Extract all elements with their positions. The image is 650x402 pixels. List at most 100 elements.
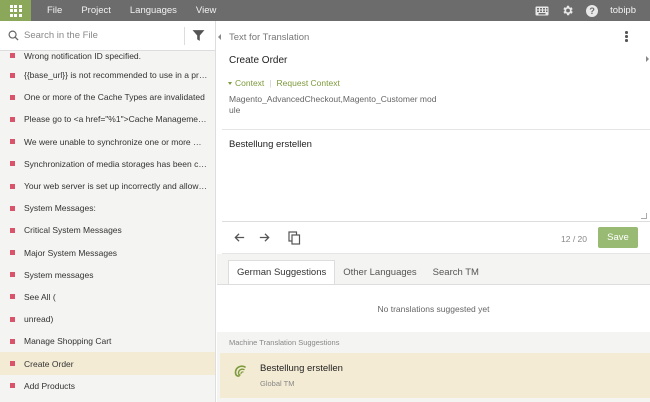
string-list-item[interactable]: Your web server is set up incorrectly an… [0,175,215,197]
string-list-item[interactable]: Add Products [0,375,215,397]
mt-suggestion-text: Bestellung erstellen [260,363,343,374]
string-list-item-text: One or more of the Cache Types are inval… [24,92,205,103]
menu-file[interactable]: File [47,5,62,16]
string-list-item-text: Critical System Messages [24,225,122,236]
context-separator: | [269,78,272,88]
arrow-left-icon[interactable] [233,231,246,244]
string-list-item[interactable]: Create Order [0,352,215,375]
string-list-item-text: Manage Shopping Cart [24,336,112,347]
context-value: Magento_AdvancedCheckout,Magento_Custome… [229,94,437,115]
resize-handle[interactable] [641,213,647,219]
menu-languages[interactable]: Languages [130,5,177,16]
string-list: Wrong notification ID specified. {{base_u… [0,51,215,397]
mt-suggestions-label: Machine Translation Suggestions [229,338,340,347]
translation-text[interactable]: Bestellung erstellen [229,139,312,150]
global-tm-icon [233,364,247,378]
string-list-item-text: Add Products [24,380,76,391]
untranslated-bullet-icon [10,227,15,233]
save-button[interactable]: Save [598,227,638,248]
source-text: Create Order [229,55,288,66]
string-list-item[interactable]: Synchronization of media storages has be… [0,153,215,175]
untranslated-bullet-icon [10,338,15,344]
untranslated-bullet-icon [10,139,15,145]
more-options-icon[interactable] [625,31,628,43]
untranslated-bullet-icon [10,383,15,389]
string-list-item[interactable]: unread) [0,308,215,330]
collapse-right-icon[interactable] [646,56,649,62]
mt-suggestion-source: Global TM [260,379,295,388]
context-caret-icon [228,81,232,85]
suggestion-tabs: German Suggestions Other Languages Searc… [217,254,650,284]
suggestions-panel: German Suggestions Other Languages Searc… [217,254,650,402]
gear-icon[interactable] [561,4,574,17]
untranslated-bullet-icon [10,94,15,100]
tab-german-suggestions[interactable]: German Suggestions [228,260,336,284]
string-list-item-text: unread) [24,314,54,325]
string-list-panel: Wrong notification ID specified. {{base_u… [0,21,216,402]
username[interactable]: tobipb [610,5,636,16]
filter-icon[interactable] [192,29,205,42]
string-list-item[interactable]: One or more of the Cache Types are inval… [0,86,215,108]
context-link[interactable]: Context [235,78,264,88]
untranslated-bullet-icon [10,72,15,78]
search-bar [0,21,215,51]
top-bar: File Project Languages View ? tobipb [0,0,650,21]
request-context-link[interactable]: Request Context [277,78,340,88]
string-list-item-text: Synchronization of media storages has be… [24,158,208,169]
string-list-item[interactable]: Major System Messages [0,242,215,264]
search-input[interactable] [24,30,174,41]
string-list-item[interactable]: Wrong notification ID specified. [0,51,215,64]
string-list-item-text: System Messages: [24,203,96,214]
string-list-item[interactable]: Manage Shopping Cart [0,330,215,352]
string-list-item[interactable]: {{base_url}} is not recommended to use i… [0,64,215,86]
tab-other-languages[interactable]: Other Languages [335,260,424,284]
untranslated-bullet-icon [10,250,15,256]
string-list-item-text: Your web server is set up incorrectly an… [24,181,208,192]
top-right-controls: ? tobipb [535,0,650,21]
collapse-left-icon [217,34,221,40]
source-header: Text for Translation [229,32,310,43]
string-list-item[interactable]: Please go to <a href="%1">Cache Manageme… [0,108,215,130]
string-list-item-text: Wrong notification ID specified. [24,51,142,61]
untranslated-bullet-icon [10,294,15,300]
string-list-item-text: See All ( [24,291,56,302]
string-list-item[interactable]: Critical System Messages [0,219,215,241]
string-list-item-text: Major System Messages [24,247,118,258]
filter-divider [184,27,185,45]
string-list-item[interactable]: We were unable to synchronize one or mor… [0,131,215,153]
untranslated-bullet-icon [10,183,15,189]
main-menu: File Project Languages View [47,5,235,16]
string-list-item-text: Please go to <a href="%1">Cache Manageme… [24,114,208,125]
string-list-item-text: {{base_url}} is not recommended to use i… [24,70,208,81]
apps-grid-button[interactable] [0,0,31,21]
context-row: Context | Request Context [228,78,340,88]
string-list-item[interactable]: See All ( [0,286,215,308]
string-list-item-text: System messages [24,269,94,280]
copy-source-icon[interactable] [288,231,301,245]
grid-icon [9,4,22,17]
arrow-right-icon[interactable] [258,231,271,244]
untranslated-bullet-icon [10,161,15,167]
suggestions-body: No translations suggested yet [217,284,650,332]
translation-editor[interactable]: Bestellung erstellen [222,131,650,222]
search-icon [8,30,19,41]
menu-project[interactable]: Project [81,5,111,16]
string-list-item[interactable]: System Messages: [0,197,215,219]
empty-suggestions-text: No translations suggested yet [377,303,490,314]
string-list-item[interactable]: System messages [0,264,215,286]
character-counter: 12 / 20 [561,234,587,244]
untranslated-bullet-icon [10,361,15,367]
menu-view[interactable]: View [196,5,216,16]
tab-search-tm[interactable]: Search TM [425,260,487,284]
untranslated-bullet-icon [10,53,15,58]
keyboard-icon[interactable] [535,6,549,16]
source-panel: Text for Translation Create Order Contex… [222,21,650,130]
untranslated-bullet-icon [10,205,15,211]
editor-toolbar: 12 / 20 Save [222,222,650,254]
help-icon[interactable]: ? [586,4,599,17]
untranslated-bullet-icon [10,272,15,278]
untranslated-bullet-icon [10,116,15,122]
mt-suggestion-card[interactable]: Bestellung erstellen Global TM [220,353,650,398]
string-list-item-text: We were unable to synchronize one or mor… [24,136,208,147]
untranslated-bullet-icon [10,316,15,322]
